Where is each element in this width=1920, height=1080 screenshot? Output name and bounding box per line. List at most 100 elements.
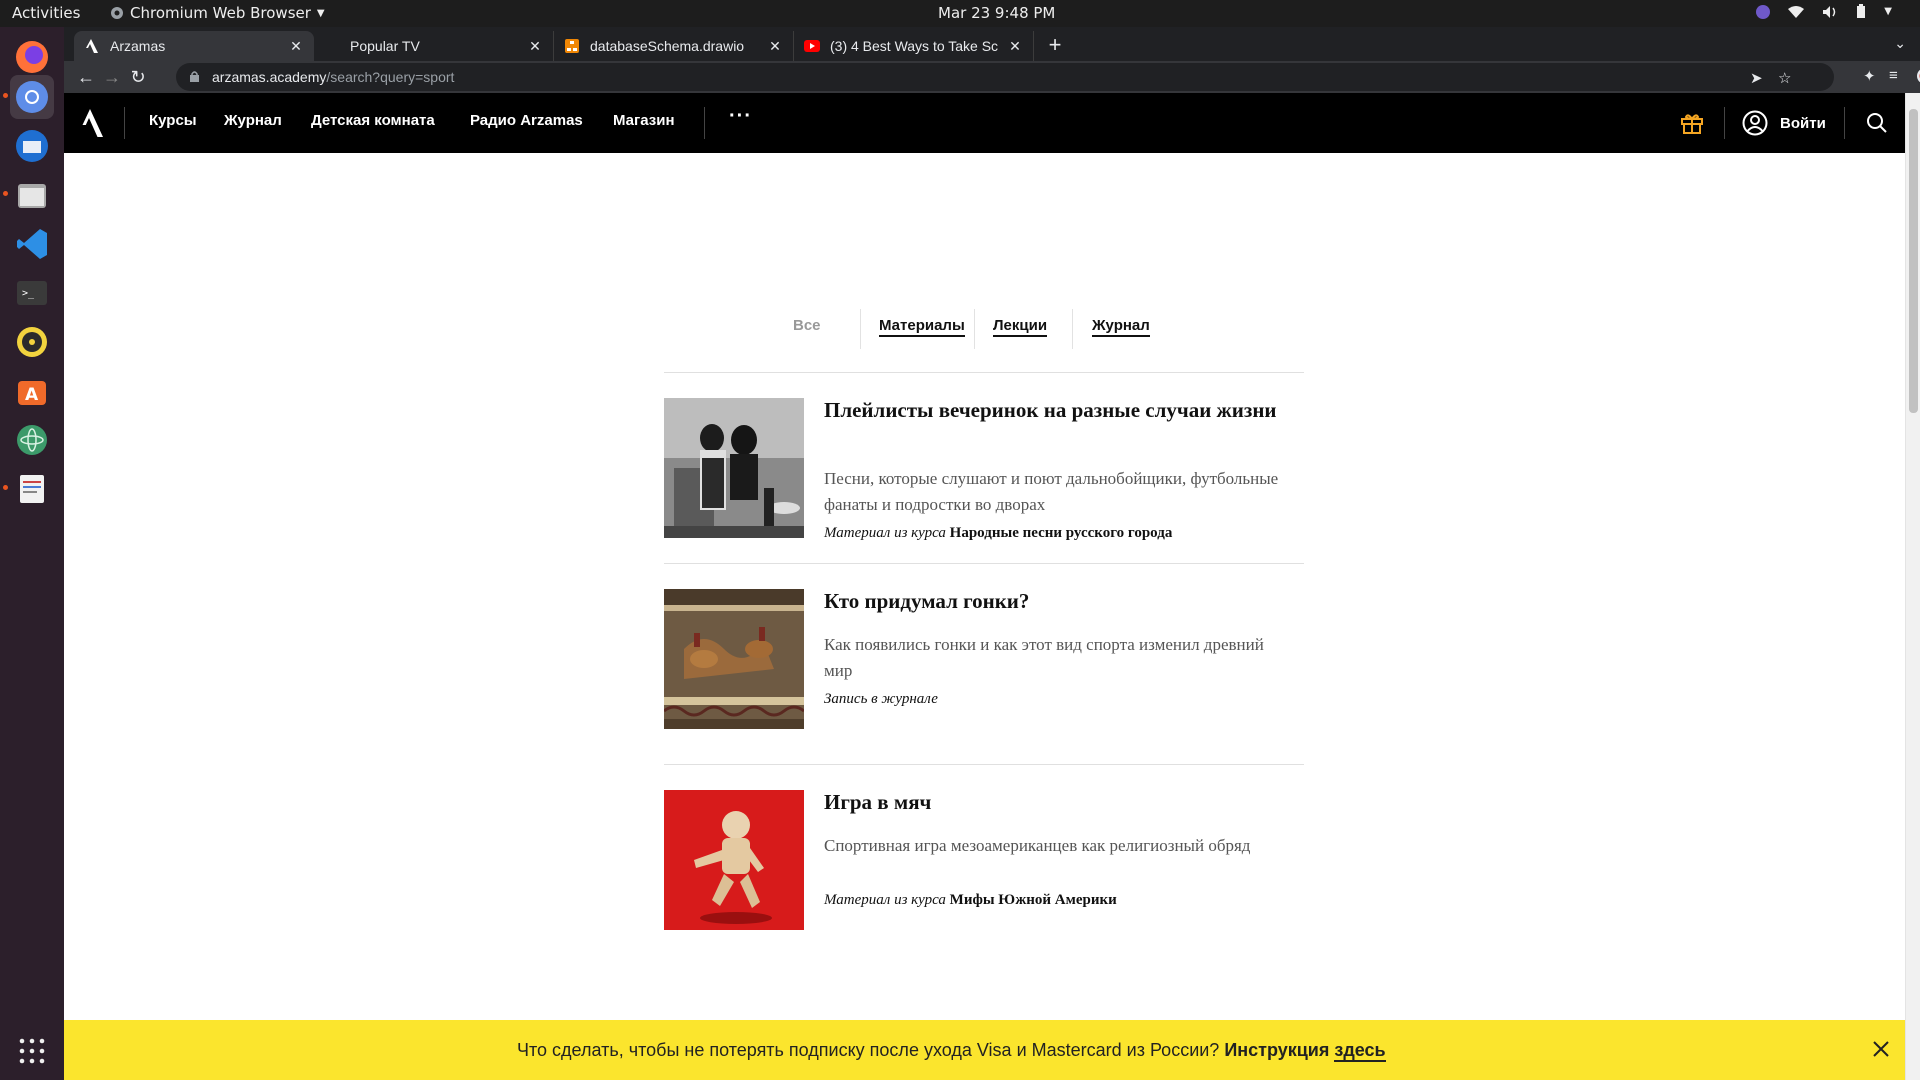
close-tab-icon[interactable]: ✕ bbox=[527, 38, 543, 55]
divider bbox=[974, 309, 975, 349]
nav-courses[interactable]: Курсы bbox=[149, 112, 197, 129]
divider bbox=[1072, 309, 1073, 349]
atom-icon[interactable] bbox=[10, 418, 54, 462]
youtube-favicon bbox=[804, 38, 820, 54]
filter-lectures[interactable]: Лекции bbox=[993, 317, 1048, 337]
result-title[interactable]: Кто придумал гонки? bbox=[824, 589, 1284, 614]
result-thumbnail-photo[interactable] bbox=[664, 398, 804, 538]
filter-materials[interactable]: Материалы bbox=[879, 317, 965, 337]
running-indicator bbox=[3, 191, 8, 196]
search-result[interactable]: Кто придумал гонки? Как появились гонки … bbox=[664, 589, 1304, 729]
tab-search-icon[interactable]: ⌄ bbox=[1894, 35, 1906, 52]
profile-avatar[interactable] bbox=[1916, 67, 1920, 89]
result-course-link[interactable]: Мифы Южной Америки bbox=[950, 892, 1117, 908]
tab-title: (3) 4 Best Ways to Take Sc bbox=[830, 38, 999, 54]
svg-text:A: A bbox=[25, 385, 39, 405]
divider bbox=[1844, 107, 1845, 139]
result-meta-prefix: Запись в журнале bbox=[824, 691, 938, 707]
banner-text: Что сделать, чтобы не потерять подписку … bbox=[517, 1040, 1386, 1062]
result-meta: Запись в журнале bbox=[824, 691, 1284, 708]
result-title[interactable]: Плейлисты вечеринок на разные случаи жиз… bbox=[824, 398, 1284, 423]
chromium-icon[interactable] bbox=[10, 75, 54, 119]
more-menu-button[interactable]: ··· bbox=[729, 105, 752, 128]
reload-button[interactable]: ↻ bbox=[126, 65, 150, 89]
notification-banner: Что сделать, чтобы не потерять подписку … bbox=[64, 1020, 1905, 1080]
filter-all[interactable]: Все bbox=[793, 317, 821, 335]
close-tab-icon[interactable]: ✕ bbox=[767, 38, 783, 55]
arzamas-logo[interactable] bbox=[82, 107, 104, 139]
result-meta-prefix: Материал из курса bbox=[824, 892, 946, 908]
search-icon[interactable] bbox=[1866, 112, 1888, 134]
address-bar[interactable]: arzamas.academy/search?query=sport ➤ ☆ bbox=[176, 63, 1834, 91]
files-icon[interactable] bbox=[10, 173, 54, 217]
thunderbird-icon[interactable] bbox=[10, 124, 54, 168]
battery-icon bbox=[1857, 4, 1866, 18]
forward-button[interactable]: → bbox=[100, 65, 124, 89]
result-thumbnail-figurine[interactable] bbox=[664, 790, 804, 930]
page-scrollbar[interactable] bbox=[1905, 93, 1920, 1080]
nav-shop[interactable]: Магазин bbox=[613, 112, 675, 129]
result-meta: Материал из курса Мифы Южной Америки bbox=[824, 892, 1284, 909]
app-menu[interactable]: Chromium Web Browser ▼ bbox=[110, 4, 325, 22]
rhythmbox-icon[interactable] bbox=[10, 320, 54, 364]
tab-strip: Arzamas ✕ Popular TV ✕ databaseSchema.dr… bbox=[64, 27, 1920, 61]
result-meta: Материал из курса Народные песни русског… bbox=[824, 525, 1284, 542]
search-result[interactable]: Игра в мяч Спортивная игра мезоамериканц… bbox=[664, 790, 1304, 930]
new-tab-button[interactable]: + bbox=[1041, 31, 1069, 59]
nav-radio[interactable]: Радио Arzamas bbox=[470, 112, 583, 129]
nav-kids-room[interactable]: Детская комната bbox=[311, 112, 435, 129]
close-icon[interactable] bbox=[1872, 1040, 1890, 1058]
system-tray[interactable]: ▼ bbox=[1756, 4, 1892, 19]
chromium-icon bbox=[111, 7, 123, 19]
banner-message: Что сделать, чтобы не потерять подписку … bbox=[517, 1040, 1220, 1060]
star-icon[interactable]: ☆ bbox=[1778, 69, 1791, 87]
result-description: Спортивная игра мезоамериканцев как рели… bbox=[824, 836, 1251, 855]
svg-text:>_: >_ bbox=[22, 288, 35, 299]
login-button[interactable]: Войти bbox=[1742, 110, 1826, 136]
extensions-icon[interactable]: ✦ bbox=[1863, 67, 1876, 85]
search-result[interactable]: Плейлисты вечеринок на разные случаи жиз… bbox=[664, 398, 1304, 541]
activities-button[interactable]: Activities bbox=[12, 4, 80, 22]
result-course-link[interactable]: Народные песни русского города bbox=[950, 525, 1173, 541]
result-description: Как появились гонки и как этот вид спорт… bbox=[824, 635, 1264, 680]
media-icon[interactable]: ≡ bbox=[1889, 67, 1898, 84]
nav-journal[interactable]: Журнал bbox=[224, 112, 282, 129]
site-header: Курсы Журнал Детская комната Радио Arzam… bbox=[64, 93, 1905, 153]
terminal-icon[interactable]: >_ bbox=[10, 271, 54, 315]
vscode-icon[interactable] bbox=[10, 222, 54, 266]
divider bbox=[1724, 107, 1725, 139]
close-tab-icon[interactable]: ✕ bbox=[288, 38, 304, 55]
tab-drawio[interactable]: databaseSchema.drawio ✕ bbox=[554, 31, 794, 61]
banner-instruction: Инструкция bbox=[1224, 1040, 1330, 1060]
divider bbox=[860, 309, 861, 349]
banner-link[interactable]: здесь bbox=[1334, 1040, 1386, 1062]
result-description: Песни, которые слушают и поют дальнобойщ… bbox=[824, 469, 1279, 514]
filter-journal[interactable]: Журнал bbox=[1092, 317, 1150, 337]
app-menu-label: Chromium Web Browser bbox=[130, 4, 311, 22]
gift-icon[interactable] bbox=[1680, 111, 1704, 135]
result-title[interactable]: Игра в мяч bbox=[824, 790, 1284, 815]
close-tab-icon[interactable]: ✕ bbox=[1007, 38, 1023, 55]
software-center-icon[interactable]: A bbox=[10, 369, 54, 413]
tab-title: Arzamas bbox=[110, 38, 166, 54]
tab-popular-tv[interactable]: Popular TV ✕ bbox=[314, 31, 554, 61]
clock[interactable]: Mar 23 9:48 PM bbox=[938, 4, 1055, 22]
url-path: /search?query=sport bbox=[326, 69, 455, 85]
tab-youtube[interactable]: (3) 4 Best Ways to Take Sc ✕ bbox=[794, 31, 1034, 61]
login-label: Войти bbox=[1780, 114, 1826, 132]
app-grid-icon[interactable] bbox=[10, 1029, 54, 1073]
drawio-favicon bbox=[564, 38, 580, 54]
tab-arzamas[interactable]: Arzamas ✕ bbox=[74, 31, 314, 61]
send-icon[interactable]: ➤ bbox=[1750, 69, 1763, 87]
browser-toolbar: ← → ↻ arzamas.academy/search?query=sport… bbox=[64, 61, 1920, 93]
result-thumbnail-mosaic[interactable] bbox=[664, 589, 804, 729]
volume-icon bbox=[1823, 5, 1836, 18]
wifi-icon bbox=[1788, 5, 1805, 18]
running-indicator bbox=[3, 485, 8, 490]
back-button[interactable]: ← bbox=[74, 65, 98, 89]
divider bbox=[664, 764, 1304, 765]
text-editor-icon[interactable] bbox=[10, 467, 54, 511]
firefox-icon[interactable] bbox=[10, 35, 54, 79]
chevron-down-icon: ▼ bbox=[1884, 6, 1892, 17]
scrollbar-thumb[interactable] bbox=[1909, 109, 1918, 413]
